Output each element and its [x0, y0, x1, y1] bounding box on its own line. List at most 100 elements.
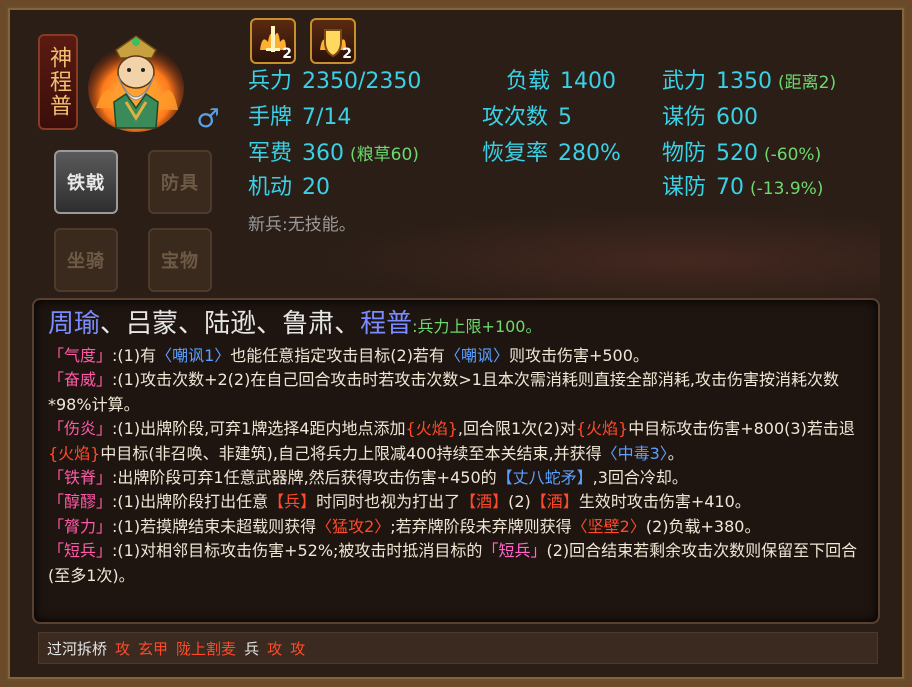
skill-tieji: 「铁脊」:出牌阶段可弃1任意武器牌,然后获得攻击伤害+450的【丈八蛇矛】,3回…: [48, 466, 876, 490]
skill-keyword: 【丈八蛇矛】: [496, 468, 593, 488]
skill-text: 则攻击伤害+500。: [508, 346, 649, 365]
stat-label: 攻次数: [482, 105, 549, 130]
skill-text: :(1)对相邻目标攻击伤害+52%;被攻击时抵消目标的: [112, 541, 483, 561]
stat-value: 5: [558, 105, 573, 130]
stat-wuli: 武力 1350 (距离2): [662, 68, 836, 97]
stat-junfei: 军费 360 (粮草60): [248, 140, 419, 169]
stat-value: 70: [716, 175, 745, 200]
skill-fenwei: 「奋威」:(1)攻击次数+2(2)在自己回合攻击时若攻击次数>1且本次需消耗则直…: [48, 368, 876, 417]
hero-portrait-icon: [86, 28, 186, 132]
skill-text: (2)负载+380。: [645, 516, 761, 536]
stat-value: 520: [716, 141, 759, 166]
skill-keyword: 〈嘲讽〉: [444, 346, 509, 365]
card-item[interactable]: 玄甲: [138, 638, 168, 659]
skill-level: 2: [282, 46, 292, 62]
stat-huifulv: 恢复率 280%: [482, 140, 621, 168]
skill-text: 中目标攻击伤害+800(3)若击退: [628, 419, 855, 439]
stat-note: (粮草60): [350, 145, 419, 165]
skill-name: 「奋威」: [48, 370, 113, 390]
skill-keyword: 〈坚壁2〉: [571, 516, 646, 536]
stat-bingli: 兵力 2350/2350: [248, 68, 421, 96]
skill-level: 2: [342, 46, 352, 62]
title-note: :兵力上限+100。: [412, 317, 542, 336]
stat-label: 谋防: [662, 175, 707, 200]
skill-keyword: {火焰}: [48, 443, 101, 463]
stat-jidong: 机动 20: [248, 174, 330, 202]
sword-flame-icon[interactable]: 2: [250, 18, 296, 64]
skill-text: 中目标(非召唤、非建筑),自己将兵力上限减400持续至本关结束,并获得: [100, 443, 602, 463]
skill-keyword: 〈猛攻2〉: [316, 516, 391, 536]
equip-slot-label: 宝物: [161, 251, 199, 272]
skill-text: ,回合限1次(2)对: [457, 419, 576, 439]
title-sep: 、: [178, 309, 205, 339]
shield-flame-icon[interactable]: 2: [310, 18, 356, 64]
equip-slot-label: 坐骑: [67, 251, 105, 272]
equip-slot-armor[interactable]: 防具: [148, 150, 212, 214]
stat-label: 兵力: [248, 69, 293, 94]
skill-qidu: 「气度」:(1)有〈嘲讽1〉也能任意指定攻击目标(2)若有〈嘲讽〉则攻击伤害+5…: [48, 344, 876, 368]
card-item[interactable]: 过河拆桥: [47, 638, 107, 659]
stat-label: 恢复率: [482, 141, 549, 166]
skill-text: :(1)出牌阶段打出任意: [112, 492, 269, 512]
title-name: 周瑜: [48, 309, 101, 339]
skill-name: 「铁脊」: [48, 468, 113, 488]
title-sep: 、: [256, 309, 283, 339]
card-item[interactable]: 攻: [115, 638, 130, 659]
skill-keyword: 〈中毒3〉: [601, 443, 668, 463]
stat-moushang: 谋伤 600: [662, 104, 758, 132]
title-name: 吕蒙: [126, 309, 179, 339]
skill-text: ;若弃牌阶段未弃牌则获得: [390, 516, 572, 536]
stat-label: 手牌: [248, 105, 293, 130]
new-soldier-text: 新兵:无技能。: [248, 215, 356, 235]
skill-shangyan: 「伤炎」:(1)出牌阶段,可弃1牌选择4距内地点添加{火焰},回合限1次(2)对…: [48, 417, 876, 466]
card-item[interactable]: 兵: [244, 638, 259, 659]
equip-slot-treasure[interactable]: 宝物: [148, 228, 212, 292]
skill-text: ,3回合冷却。: [592, 468, 688, 488]
skill-text: (2): [508, 492, 531, 512]
skill-text: :(1)有: [112, 346, 157, 365]
skill-lvli: 「膂力」:(1)若摸牌结束未超载则获得〈猛攻2〉;若弃牌阶段未弃牌则获得〈坚壁2…: [48, 515, 876, 539]
stat-label: 军费: [248, 141, 293, 166]
card-item[interactable]: 攻: [290, 638, 305, 659]
skill-text: 生效时攻击伤害+410。: [578, 492, 751, 512]
male-symbol-icon: ♂: [196, 104, 220, 134]
title-name: 鲁肃: [282, 309, 335, 339]
stat-note: (距离2): [778, 73, 837, 93]
hero-name: 神程普: [46, 46, 71, 118]
stat-wufang: 物防 520 (-60%): [662, 140, 821, 169]
panel-title: 周瑜、吕蒙、陆逊、鲁肃、程普:兵力上限+100。: [48, 306, 541, 345]
skill-text: 时同时也视为打出了: [316, 492, 461, 512]
stat-value: 1350: [716, 69, 773, 94]
stat-fuzai: 负载 1400: [506, 68, 616, 96]
title-sep: 、: [100, 309, 127, 339]
skill-name: 「气度」: [48, 346, 113, 365]
skill-keyword: {火焰}: [575, 419, 629, 439]
title-sep: 、: [334, 309, 361, 339]
card-item[interactable]: 攻: [267, 638, 282, 659]
skill-duanbing: 「短兵」:(1)对相邻目标攻击伤害+52%;被攻击时抵消目标的「短兵」(2)回合…: [48, 539, 876, 588]
skill-keyword: 【酒】: [530, 492, 579, 512]
title-name: 程普: [360, 309, 413, 339]
skill-list: 「气度」:(1)有〈嘲讽1〉也能任意指定攻击目标(2)若有〈嘲讽〉则攻击伤害+5…: [48, 344, 876, 588]
stat-label: 物防: [662, 141, 707, 166]
stat-note: (-13.9%): [750, 179, 824, 199]
skill-text: :(1)出牌阶段,可弃1牌选择4距内地点添加: [112, 419, 406, 439]
card-item[interactable]: 陇上割麦: [176, 638, 236, 659]
stat-gongcishu: 攻次数 5: [482, 104, 572, 132]
skill-text: :出牌阶段可弃1任意武器牌,然后获得攻击伤害+450的: [112, 468, 497, 488]
stat-value: 20: [302, 175, 331, 200]
skill-keyword: 【兵】: [268, 492, 317, 512]
stat-value: 7/14: [302, 105, 352, 130]
equip-slot-mount[interactable]: 坐骑: [54, 228, 118, 292]
title-name: 陆逊: [204, 309, 257, 339]
equip-slot-weapon[interactable]: 铁戟: [54, 150, 118, 214]
skill-text: 也能任意指定攻击目标(2)若有: [230, 346, 445, 365]
hero-name-plate: 神程普: [38, 34, 78, 130]
stat-label: 负载: [506, 69, 551, 94]
stat-label: 武力: [662, 69, 707, 94]
skill-name: 「膂力」: [48, 516, 113, 536]
skill-name: 「伤炎」: [48, 419, 113, 439]
skill-keyword: 〈嘲讽1〉: [156, 346, 231, 365]
equip-slot-label: 防具: [161, 173, 199, 194]
skill-keyword: 【酒】: [460, 492, 509, 512]
